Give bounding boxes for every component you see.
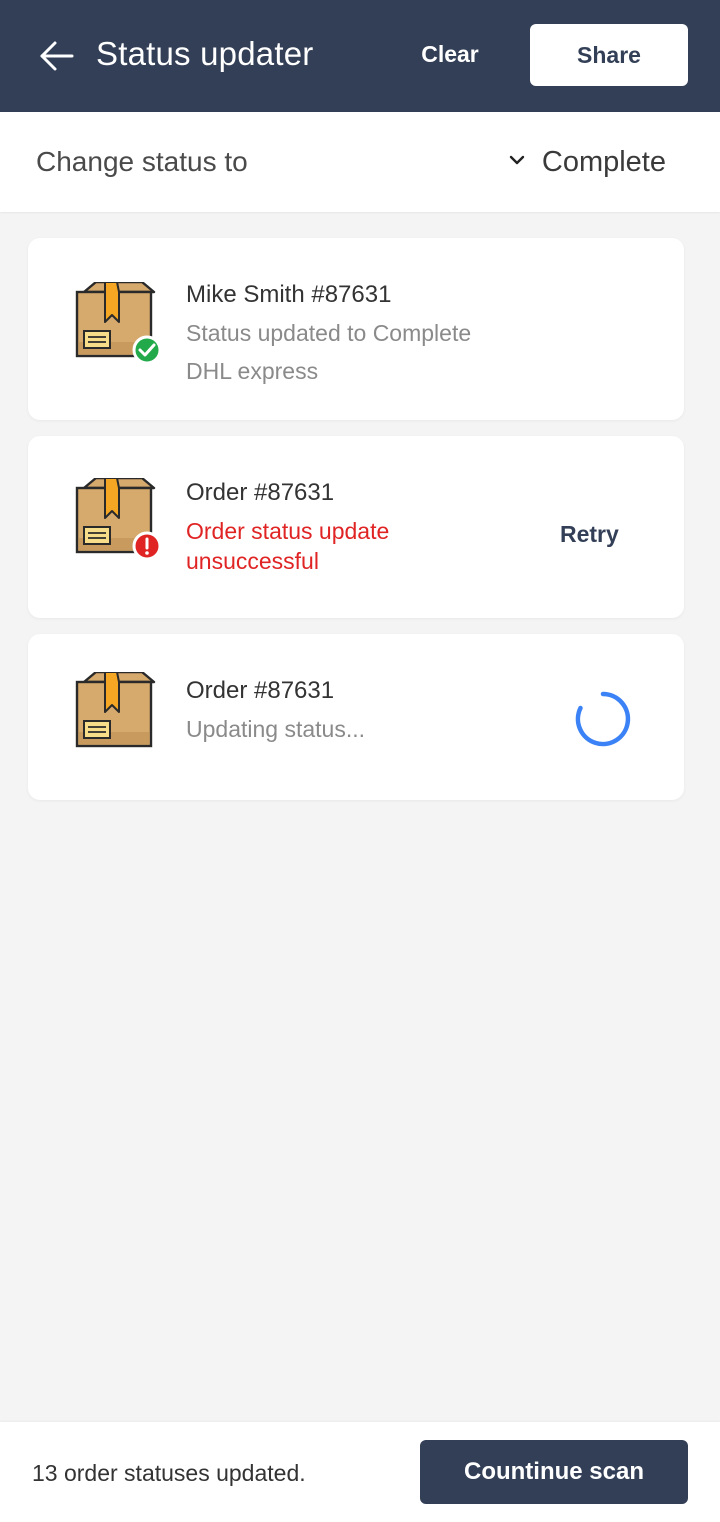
clear-button[interactable]: Clear <box>410 34 490 74</box>
order-error-text: Order status update unsuccessful <box>186 518 390 574</box>
order-card-loading[interactable]: Order #87631 Updating status... <box>28 634 684 800</box>
order-card-success[interactable]: Mike Smith #87631 Status updated to Comp… <box>28 238 684 420</box>
status-dropdown[interactable]: Complete <box>508 142 666 182</box>
order-carrier: DHL express <box>186 358 319 384</box>
package-box-icon <box>75 478 162 560</box>
share-button[interactable]: Share <box>530 24 688 86</box>
retry-button[interactable]: Retry <box>560 514 619 554</box>
footer-bar: 13 order statuses updated. Countinue sca… <box>0 1422 720 1522</box>
continue-scan-button[interactable]: Countinue scan <box>420 1440 688 1504</box>
status-selector-bar: Change status to Complete <box>0 112 720 212</box>
status-dropdown-value: Complete <box>541 146 666 178</box>
update-summary: 13 order statuses updated. <box>32 1460 306 1486</box>
order-status-text: Updating status... <box>186 716 365 742</box>
spinner-icon <box>575 691 631 747</box>
package-box-icon <box>75 672 156 748</box>
check-circle-icon <box>132 335 162 364</box>
status-label: Change status to <box>36 146 248 177</box>
page-title: Status updater <box>96 35 314 72</box>
app-header: Status updater Clear Share <box>0 0 720 112</box>
order-title: Order #87631 <box>186 479 335 506</box>
package-box-icon <box>75 282 162 364</box>
order-title: Mike Smith #87631 <box>186 281 392 308</box>
back-button[interactable] <box>36 36 76 76</box>
order-status-text: Status updated to Complete <box>186 320 472 346</box>
order-title: Order #87631 <box>186 677 335 704</box>
order-card-error[interactable]: Order #87631 Order status update unsucce… <box>28 436 684 618</box>
chevron-down-icon <box>509 155 525 165</box>
arrow-left-icon <box>40 41 74 71</box>
exclamation-circle-icon <box>132 531 162 560</box>
